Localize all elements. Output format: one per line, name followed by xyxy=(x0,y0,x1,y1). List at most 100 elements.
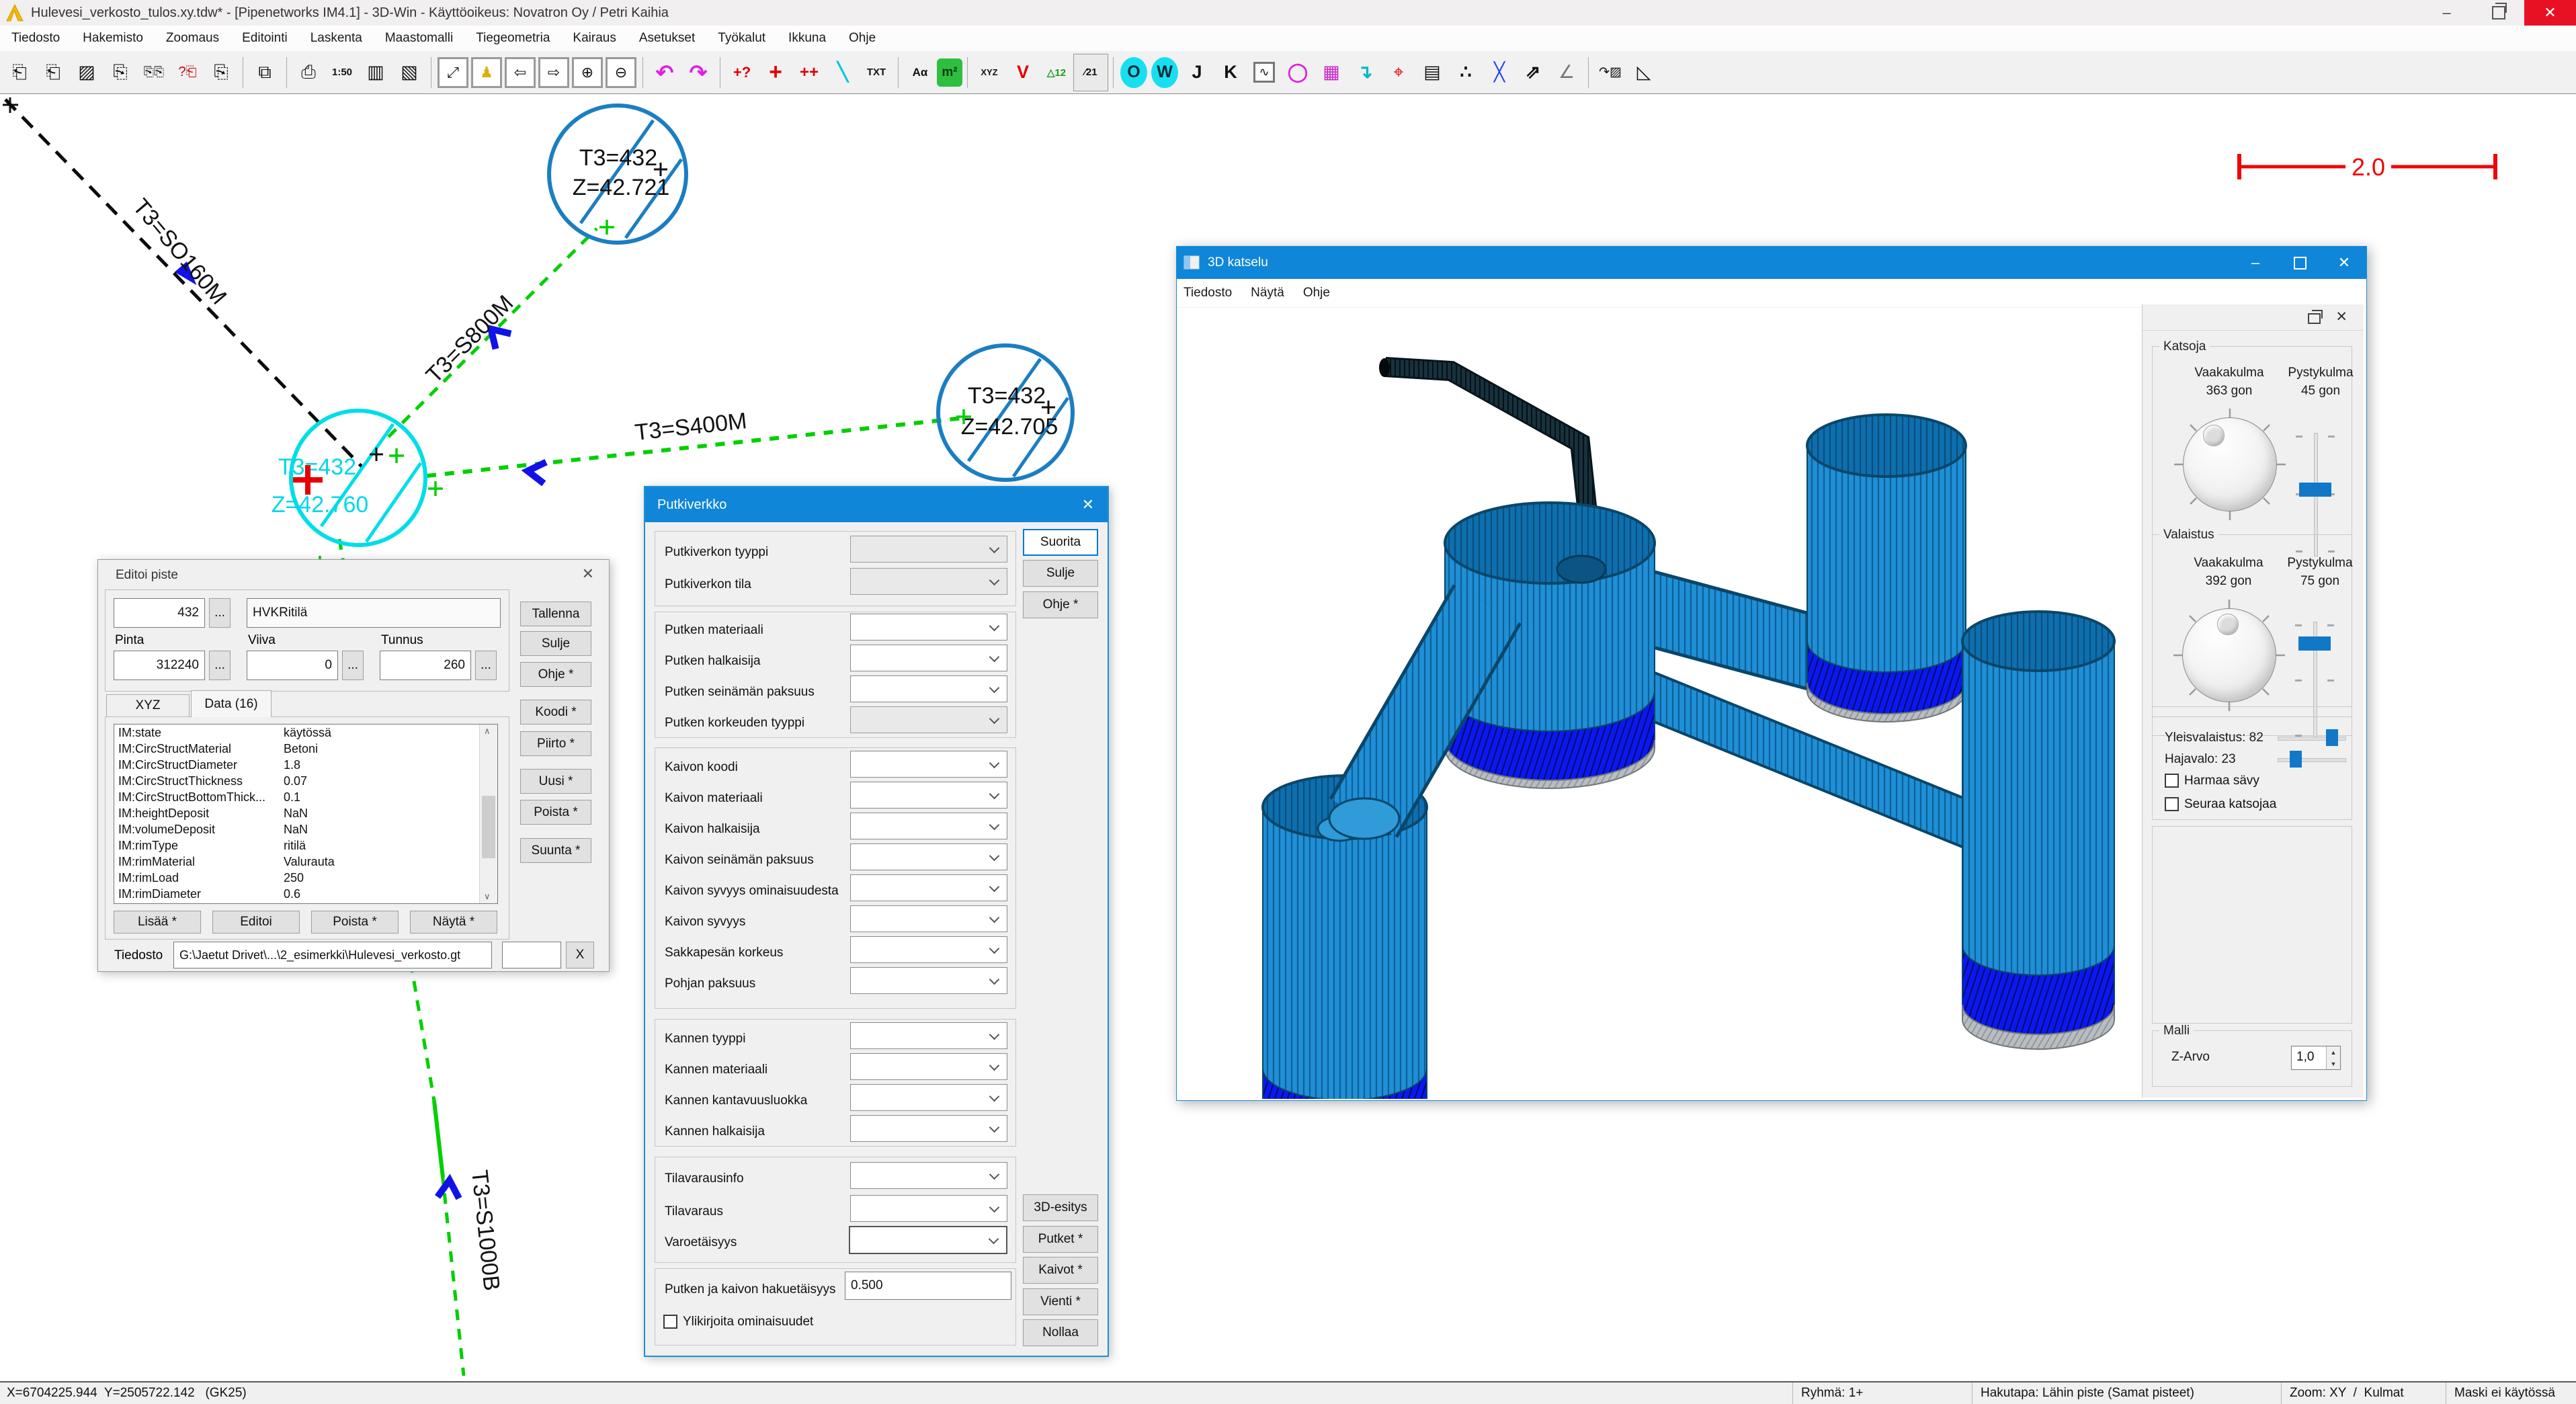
overwrite-checkbox[interactable] xyxy=(663,1315,677,1329)
poista-side-button[interactable]: Poista * xyxy=(520,800,591,825)
profile-point-icon[interactable] xyxy=(1382,54,1415,91)
menu-tiegeometria[interactable]: Tiegeometria xyxy=(464,26,561,51)
spin-up-icon[interactable]: ▲ xyxy=(2326,1046,2340,1058)
uusi-button[interactable]: Uusi * xyxy=(520,769,591,794)
tallenna-button[interactable]: Tallenna xyxy=(520,602,591,626)
attribute-list[interactable]: IM:statekäytössä IM:CircStructMaterialBe… xyxy=(114,724,498,904)
knob-face[interactable] xyxy=(2183,417,2277,511)
line-intersect-icon[interactable]: ∕21 xyxy=(1073,54,1108,91)
dark-inlet-pipe[interactable] xyxy=(1379,358,1588,518)
view-pan-icon[interactable] xyxy=(471,57,502,88)
sulje-pv-button[interactable]: Sulje xyxy=(1023,560,1098,587)
coord-check-icon[interactable]: V xyxy=(1006,54,1040,91)
poista-list-button[interactable]: Poista * xyxy=(311,911,399,934)
well-symbol-selected[interactable]: T3=432 Z=42.760 xyxy=(272,411,443,571)
float-panel-icon[interactable] xyxy=(2308,313,2321,324)
x-button[interactable]: X xyxy=(566,942,594,968)
pipe-to-left-well[interactable] xyxy=(1329,604,1487,839)
koodi-button[interactable]: Koodi * xyxy=(520,700,591,725)
fill-pattern-icon[interactable] xyxy=(392,54,426,91)
extra-field[interactable] xyxy=(502,942,561,968)
menu-maastomalli[interactable]: Maastomalli xyxy=(374,26,464,51)
list-scrollbar[interactable]: ∧ ∨ xyxy=(479,725,497,903)
view-back-icon[interactable] xyxy=(505,57,536,88)
file-help-icon[interactable] xyxy=(171,54,204,91)
spin-down-icon[interactable]: ▼ xyxy=(2326,1058,2340,1069)
menu-tyokalut[interactable]: Työkalut xyxy=(706,26,777,51)
status-zoom-mode[interactable]: Zoom: XY / Kulmat xyxy=(2281,1382,2446,1404)
esitys-3d-button[interactable]: 3D-esitys xyxy=(1023,1194,1098,1221)
diffuse-slider-handle[interactable] xyxy=(2290,751,2302,768)
notebook-icon[interactable] xyxy=(1415,54,1449,91)
view-zoom-in-icon[interactable] xyxy=(572,57,603,88)
point-query-icon[interactable] xyxy=(725,54,759,91)
viewer-close-button[interactable]: ✕ xyxy=(2322,247,2366,279)
menu-laskenta[interactable]: Laskenta xyxy=(299,26,374,51)
nayta-button[interactable]: Näytä * xyxy=(410,911,497,934)
pipe-to-far-right-well[interactable] xyxy=(1634,689,2005,839)
polygon-points-icon[interactable] xyxy=(1627,54,1661,91)
file-save-icon[interactable] xyxy=(103,54,137,91)
kaivon-materiaali-combo[interactable] xyxy=(850,782,1007,809)
putken-materiaali-combo[interactable] xyxy=(850,614,1007,641)
tunnus-field[interactable]: 260 xyxy=(380,651,471,680)
minimize-button[interactable]: – xyxy=(2421,0,2473,26)
kaivon-seinaman-paksuus-combo[interactable] xyxy=(850,843,1007,870)
draw-direction-icon[interactable] xyxy=(1516,54,1550,91)
kaivon-koodi-combo[interactable] xyxy=(850,751,1007,778)
menu-zoomaus[interactable]: Zoomaus xyxy=(155,26,231,51)
circle-o-icon[interactable]: O xyxy=(1120,57,1147,88)
kaivon-halkaisija-combo[interactable] xyxy=(850,813,1007,839)
viewer-menu-nayta[interactable]: Näytä xyxy=(1241,279,1294,307)
triangle-model-icon[interactable]: △12 xyxy=(1040,54,1073,91)
ambient-slider-handle[interactable] xyxy=(2326,729,2338,746)
close-icon[interactable]: ✕ xyxy=(582,565,594,583)
ohje-button[interactable]: Ohje * xyxy=(520,662,591,687)
kannen-kantavuusluokka-combo[interactable] xyxy=(850,1084,1007,1111)
file-open-add-icon[interactable] xyxy=(36,54,70,91)
point-add-icon[interactable] xyxy=(759,54,792,91)
search-distance-field[interactable]: 0.500 xyxy=(845,1272,1011,1300)
kaivon-syvyys-ominaisuudesta-combo[interactable] xyxy=(850,874,1007,901)
area-calc-icon[interactable]: m² xyxy=(937,58,962,87)
sakkapesan-korkeus-combo[interactable] xyxy=(850,936,1007,963)
view-horizontal-knob[interactable] xyxy=(2173,407,2287,522)
menu-ikkuna[interactable]: Ikkuna xyxy=(777,26,837,51)
file-save-copy-icon[interactable] xyxy=(137,54,171,91)
vienti-button[interactable]: Vienti * xyxy=(1023,1288,1098,1315)
letter-k-icon[interactable]: K xyxy=(1214,54,1247,91)
angle-calc-icon[interactable]: Aα xyxy=(903,54,937,91)
tab-xyz[interactable]: XYZ xyxy=(106,694,190,717)
print-icon[interactable] xyxy=(292,54,325,91)
pipe-line-so160m[interactable] xyxy=(5,99,363,468)
tunnus-browse-button[interactable]: ... xyxy=(475,651,497,680)
kaivon-syvyys-combo[interactable] xyxy=(850,905,1007,932)
status-mask[interactable]: Maski ei käytössä xyxy=(2446,1382,2576,1404)
well-symbol-2[interactable]: T3=432 Z=42.705 xyxy=(938,345,1073,480)
piirto-button[interactable]: Piirto * xyxy=(520,731,591,756)
undo-icon[interactable] xyxy=(648,54,681,91)
view-forward-icon[interactable] xyxy=(538,57,569,88)
right-well[interactable] xyxy=(1807,415,1966,722)
angle-dash-icon[interactable] xyxy=(1550,54,1583,91)
putken-seinaman-paksuus-combo[interactable] xyxy=(850,675,1007,702)
putket-button[interactable]: Putket * xyxy=(1023,1226,1098,1253)
pipe-bend-icon[interactable] xyxy=(1348,54,1382,91)
tab-data[interactable]: Data (16) xyxy=(191,690,272,717)
pinta-browse-button[interactable]: ... xyxy=(209,651,231,680)
close-panel-icon[interactable]: ✕ xyxy=(2335,308,2348,325)
point-move-icon[interactable] xyxy=(792,54,826,91)
far-right-well[interactable] xyxy=(1962,612,2114,1049)
view-fit-icon[interactable] xyxy=(438,57,468,88)
status-group[interactable]: Ryhmä: 1+ xyxy=(1792,1382,1972,1404)
point-code-field[interactable]: 432 xyxy=(114,598,205,628)
menu-kairaus[interactable]: Kairaus xyxy=(561,26,627,51)
status-search-mode[interactable]: Hakutapa: Lähin piste (Samat pisteet) xyxy=(1972,1382,2281,1404)
viiva-browse-button[interactable]: ... xyxy=(342,651,364,680)
ohje-pv-button[interactable]: Ohje * xyxy=(1023,591,1098,618)
point-scatter-icon[interactable] xyxy=(1449,54,1483,91)
viewer-maximize-button[interactable] xyxy=(2278,247,2322,279)
pohjan-paksuus-combo[interactable] xyxy=(850,967,1007,994)
suorita-button[interactable]: Suorita xyxy=(1023,529,1098,556)
well-symbol-1[interactable]: T3=432 Z=42.721 xyxy=(549,106,686,243)
